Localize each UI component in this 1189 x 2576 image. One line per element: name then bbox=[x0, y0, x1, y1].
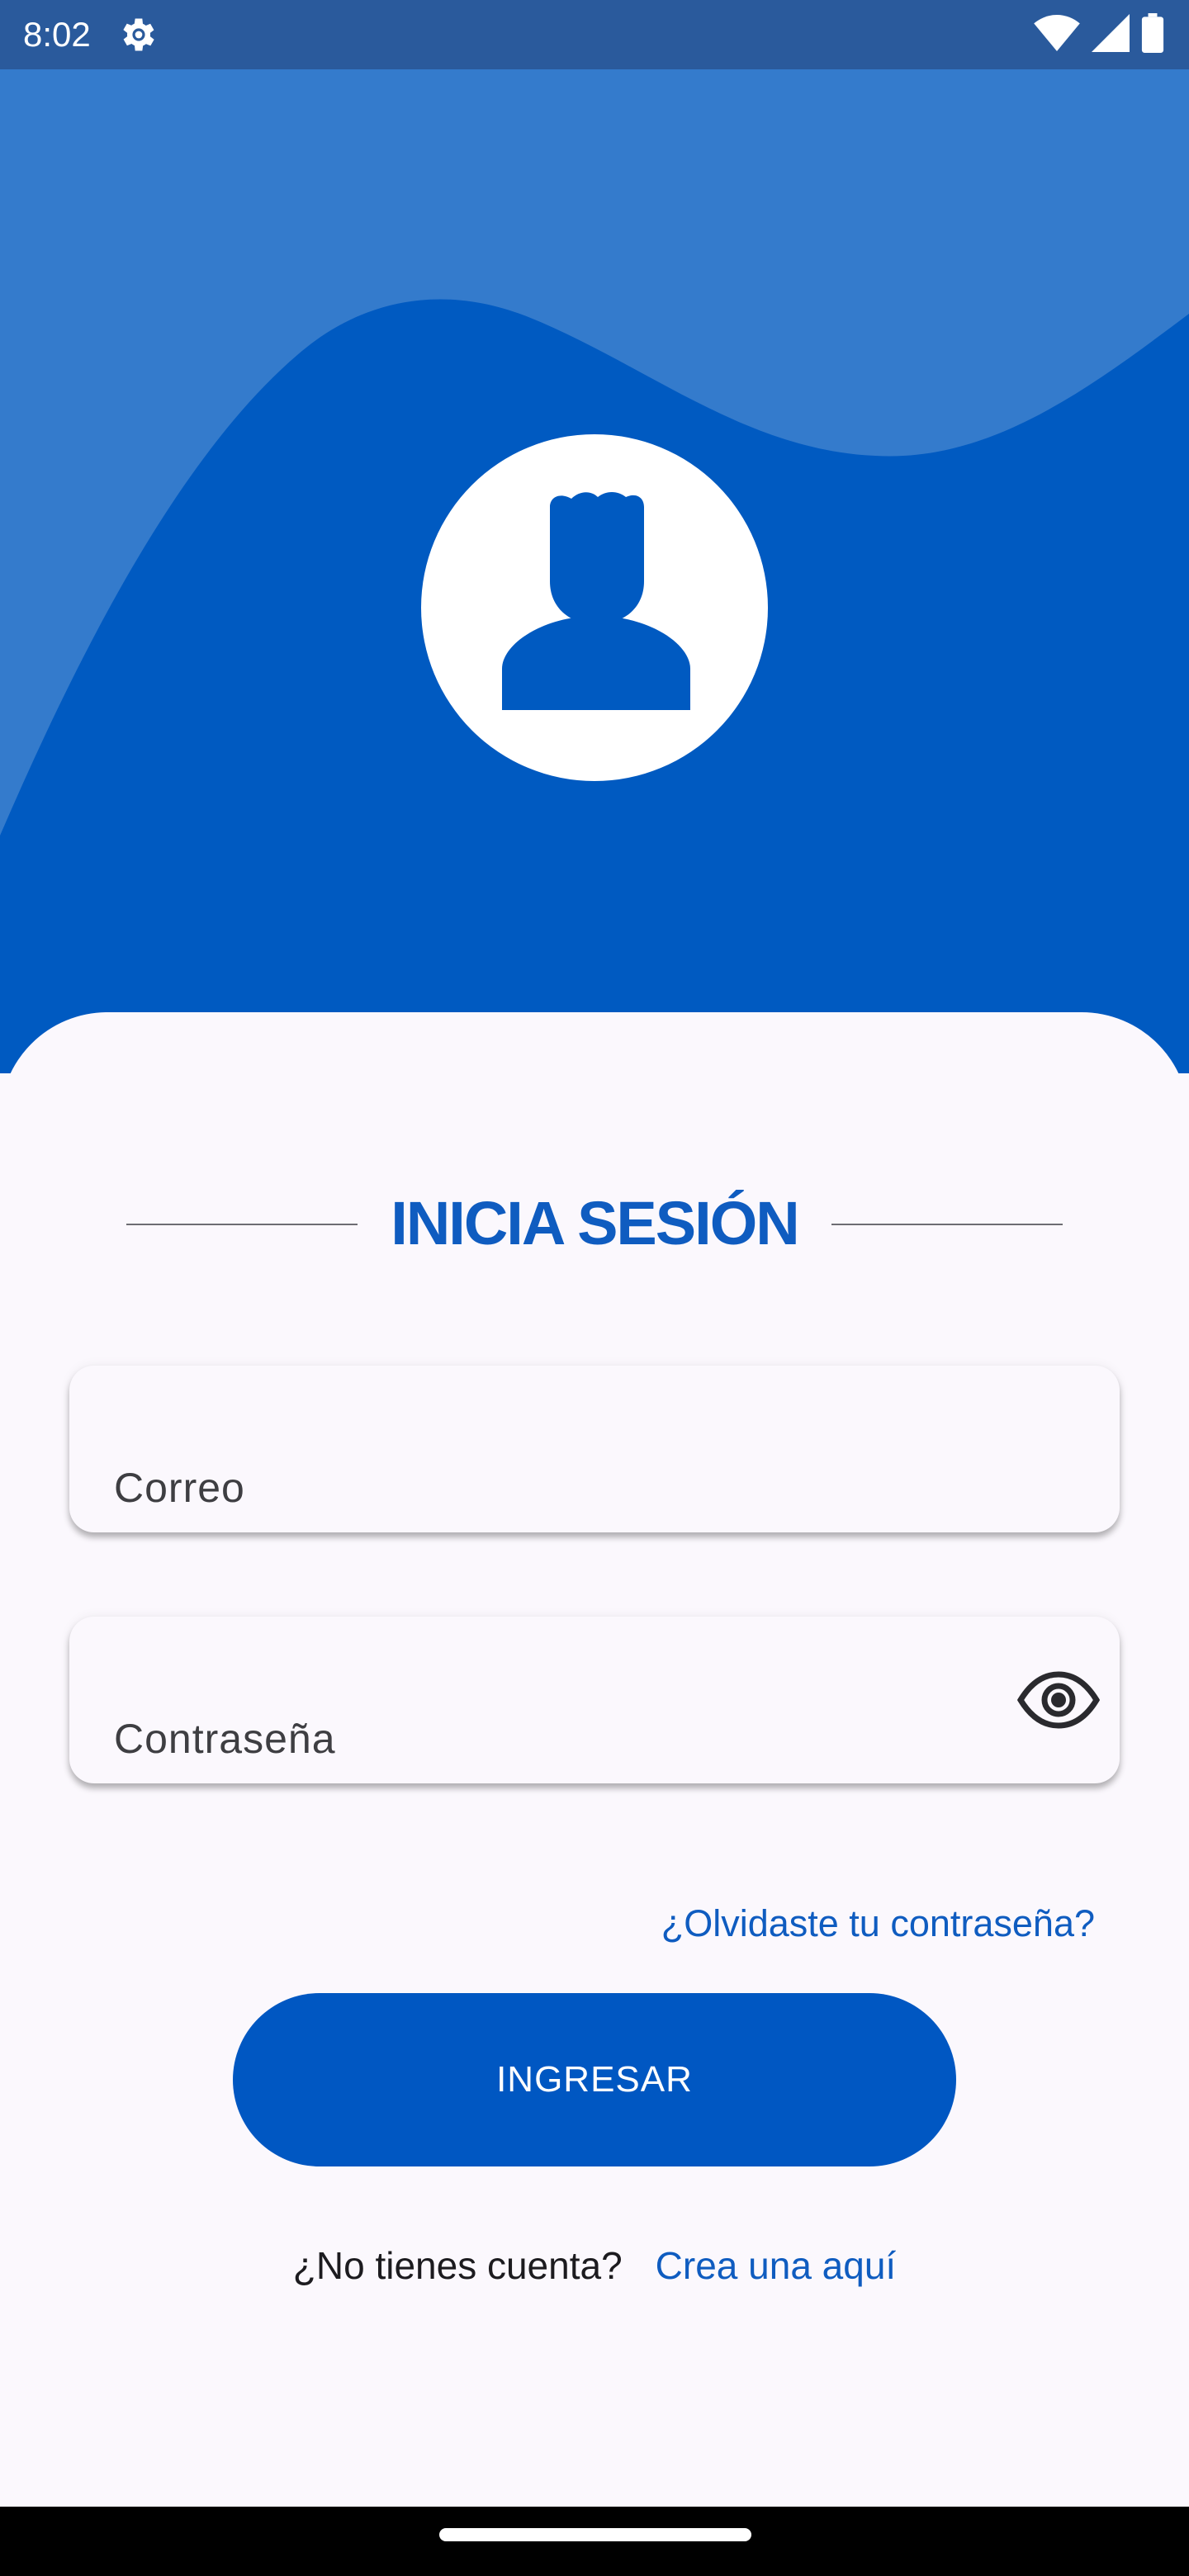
navigation-bar bbox=[0, 2507, 1189, 2576]
login-button[interactable]: INGRESAR bbox=[233, 1993, 956, 2166]
signup-row: ¿No tienes cuenta? Crea una aquí bbox=[0, 2241, 1189, 2290]
login-button-label: INGRESAR bbox=[496, 2059, 693, 2100]
signup-prompt: ¿No tienes cuenta? bbox=[292, 2244, 623, 2287]
email-field[interactable]: Correo bbox=[69, 1366, 1120, 1532]
battery-icon bbox=[1141, 13, 1164, 53]
eye-icon[interactable] bbox=[1017, 1671, 1100, 1729]
cellular-signal-icon bbox=[1092, 14, 1130, 52]
status-bar: 8:02 bbox=[0, 0, 1189, 69]
password-field[interactable]: Contraseña bbox=[69, 1617, 1120, 1783]
avatar bbox=[421, 434, 768, 781]
title-row: INICIA SESIÓN bbox=[0, 1182, 1189, 1265]
status-time: 8:02 bbox=[23, 15, 91, 54]
wifi-icon bbox=[1034, 15, 1080, 51]
forgot-password-link[interactable]: ¿Olvidaste tu contraseña? bbox=[661, 1899, 1095, 1949]
person-icon bbox=[502, 492, 690, 710]
divider-right bbox=[831, 1224, 1063, 1225]
settings-gear-icon bbox=[123, 18, 154, 51]
status-icons bbox=[1034, 13, 1164, 53]
home-gesture-handle[interactable] bbox=[439, 2528, 751, 2541]
password-label: Contraseña bbox=[114, 1716, 336, 1762]
email-label: Correo bbox=[114, 1465, 245, 1511]
signup-link[interactable]: Crea una aquí bbox=[656, 2244, 897, 2287]
